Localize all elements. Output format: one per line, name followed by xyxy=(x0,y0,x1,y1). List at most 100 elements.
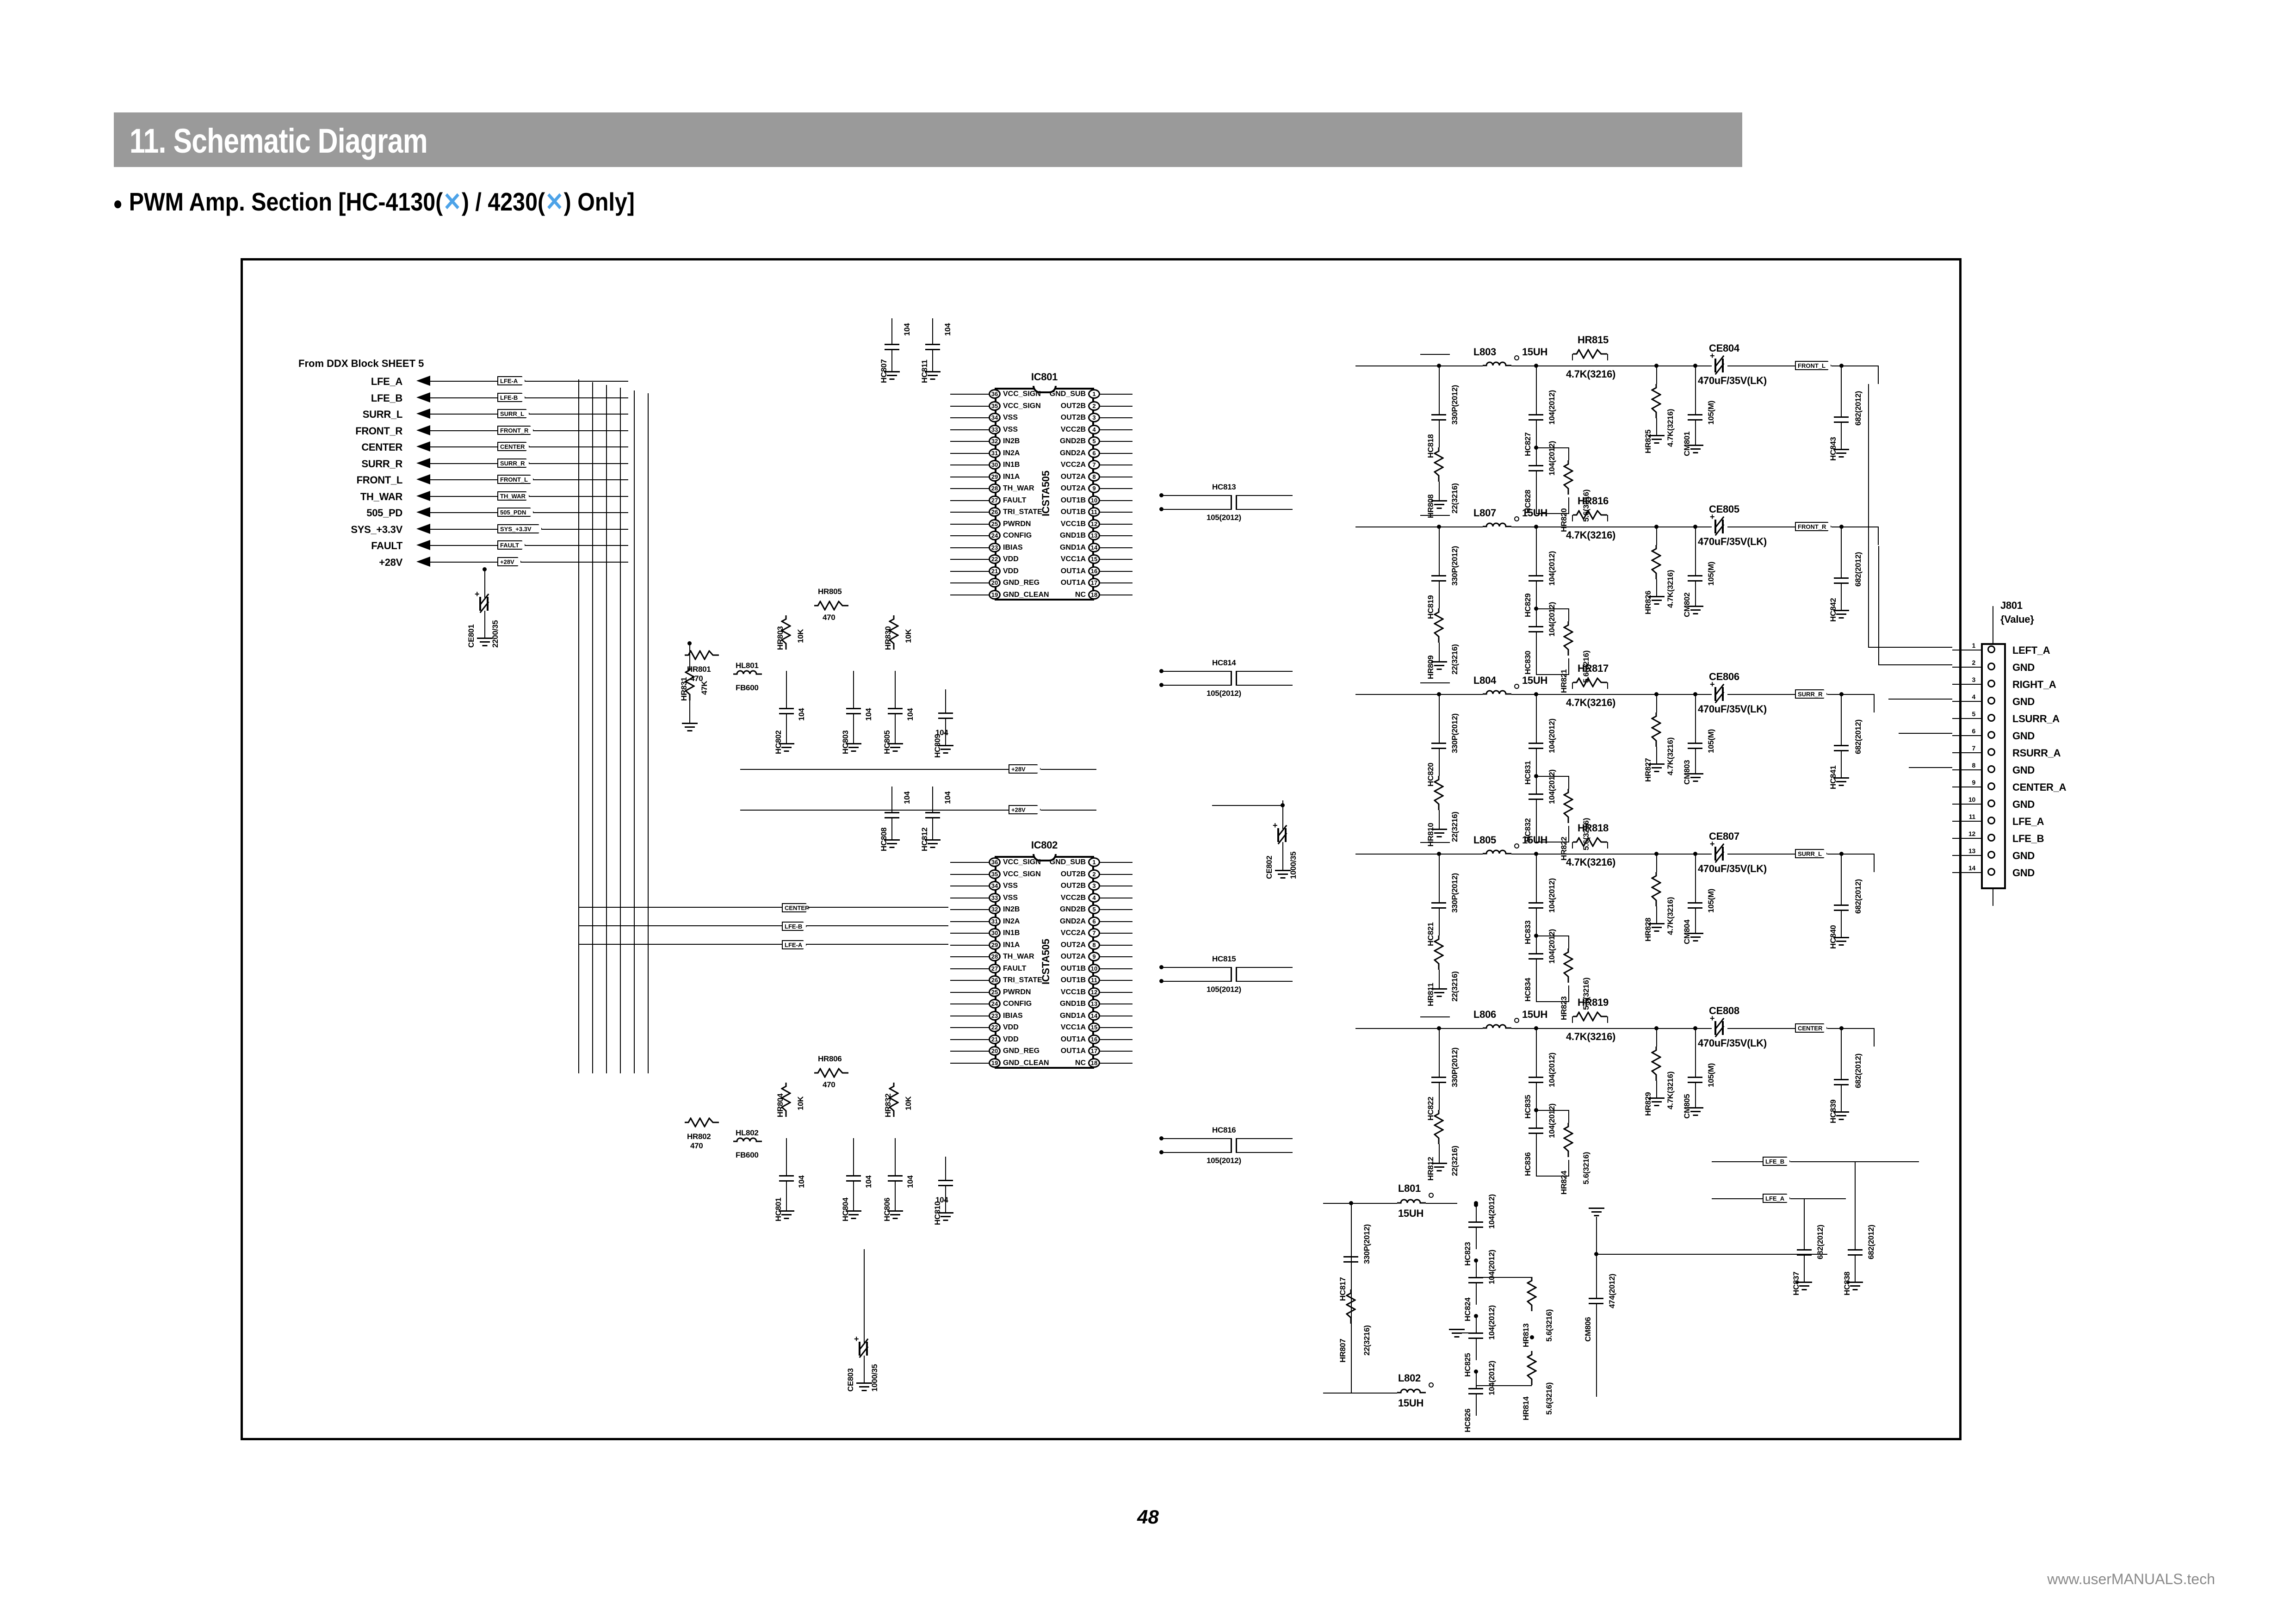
connector-hole-5[interactable] xyxy=(1987,714,1995,722)
pin-wire-l-IC802-26 xyxy=(950,980,989,981)
inductor-dot-l801 xyxy=(1429,1193,1434,1198)
ic-pin-ic801-34[interactable]: 34 xyxy=(989,413,1001,423)
capacitor-hc812 xyxy=(925,812,940,818)
val-l804: 15UH xyxy=(1522,675,1548,686)
arrow-icon-8 xyxy=(416,507,430,517)
ic-pin-ic801-23[interactable]: 23 xyxy=(989,542,1001,552)
ic-pin-ic801-6[interactable]: 6 xyxy=(1088,448,1100,458)
ref-hc815: HC815 xyxy=(1212,954,1236,963)
ic-pin-ic802-32[interactable]: 32 xyxy=(989,904,1001,915)
connector-hole-7[interactable] xyxy=(1987,748,1995,756)
ic-pin-ic802-35[interactable]: 35 xyxy=(989,869,1001,879)
ic-pin-ic802-25[interactable]: 25 xyxy=(989,987,1001,997)
ic-pin-ic801-1[interactable]: 1 xyxy=(1088,389,1100,399)
val-cm804: 105(M) xyxy=(1707,888,1715,913)
ic-pin-ic801-21[interactable]: 21 xyxy=(989,566,1001,576)
junction-HC814-b xyxy=(1159,683,1163,687)
connector-hole-9[interactable] xyxy=(1987,782,1995,790)
val-hr827: 4.7K(3216) xyxy=(1666,737,1675,775)
ic-pin-ic802-27[interactable]: 27 xyxy=(989,963,1001,973)
ic-pin-ic802-8[interactable]: 8 xyxy=(1088,940,1100,950)
ic-pin-ic802-2[interactable]: 2 xyxy=(1088,869,1100,879)
ic-pin-ic801-19[interactable]: 19 xyxy=(989,590,1001,600)
ic-pin-ic801-4[interactable]: 4 xyxy=(1088,424,1100,434)
ic-pin-ic801-10[interactable]: 10 xyxy=(1088,495,1100,505)
val-hc829: 104(2012) xyxy=(1547,551,1556,586)
ic-pin-ic801-3[interactable]: 3 xyxy=(1088,413,1100,423)
ic-pin-ic802-33[interactable]: 33 xyxy=(989,892,1001,903)
ic-pin-ic802-19[interactable]: 19 xyxy=(989,1058,1001,1068)
connector-hole-8[interactable] xyxy=(1987,765,1995,773)
ic-pin-ic801-2[interactable]: 2 xyxy=(1088,401,1100,411)
capacitor-hc815 xyxy=(1231,967,1237,982)
ic-pin-ic801-35[interactable]: 35 xyxy=(989,401,1001,411)
ic-pin-ic801-31[interactable]: 31 xyxy=(989,448,1001,458)
connector-hole-4[interactable] xyxy=(1987,697,1995,705)
ic-pin-ic801-5[interactable]: 5 xyxy=(1088,436,1100,446)
ic-pin-ic802-36[interactable]: 36 xyxy=(989,857,1001,867)
ic-pinname-ic801-config: CONFIG xyxy=(1003,532,1032,540)
val-hr828: 4.7K(3216) xyxy=(1666,897,1675,935)
connector-hole-1[interactable] xyxy=(1987,645,1995,653)
pin-wire-l-IC801-27 xyxy=(950,500,989,501)
hc-lead-d-HC815 xyxy=(1237,981,1293,982)
val-hr811: 22(3216) xyxy=(1450,971,1459,1002)
connector-hole-11[interactable] xyxy=(1987,817,1995,824)
ic-pin-ic802-29[interactable]: 29 xyxy=(989,940,1001,950)
ic-pin-ic802-5[interactable]: 5 xyxy=(1088,904,1100,915)
ic-pin-ic802-4[interactable]: 4 xyxy=(1088,892,1100,903)
val-hc820: 330P(2012) xyxy=(1450,713,1459,753)
ic-pin-ic801-27[interactable]: 27 xyxy=(989,495,1001,505)
ic-pin-ic802-21[interactable]: 21 xyxy=(989,1034,1001,1044)
pin-wire-r-IC802-7 xyxy=(1100,933,1133,934)
cap-lead-HC811 xyxy=(932,318,933,344)
val-hr817: 4.7K(3216) xyxy=(1566,697,1616,708)
val-hc826: 104(2012) xyxy=(1487,1361,1496,1395)
ic-pinname-ic801-r-vcc1b: VCC1B xyxy=(1060,520,1086,528)
ic-pin-ic802-1[interactable]: 1 xyxy=(1088,857,1100,867)
ic-pin-ic802-12[interactable]: 12 xyxy=(1088,987,1100,997)
connector-hole-2[interactable] xyxy=(1987,663,1995,670)
pin-wire-l-IC802-30 xyxy=(950,933,989,934)
cm806-lead2 xyxy=(1596,1304,1597,1397)
ic-pin-ic802-6[interactable]: 6 xyxy=(1088,916,1100,926)
ic-pin-ic802-23[interactable]: 23 xyxy=(989,1010,1001,1021)
ic-pin-ic801-32[interactable]: 32 xyxy=(989,436,1001,446)
ic-pin-ic801-8[interactable]: 8 xyxy=(1088,471,1100,482)
out-wire-tag-4 xyxy=(1727,1028,1795,1029)
ic-pin-ic802-31[interactable]: 31 xyxy=(989,916,1001,926)
ic-pin-ic801-25[interactable]: 25 xyxy=(989,519,1001,529)
input-wire-10 xyxy=(429,545,628,546)
val-hr815: 4.7K(3216) xyxy=(1566,368,1616,380)
ic-pin-ic802-14[interactable]: 14 xyxy=(1088,1010,1100,1021)
resistor-hr819 xyxy=(1573,1011,1607,1022)
ic-pin-ic802-10[interactable]: 10 xyxy=(1088,963,1100,973)
connector-hole-6[interactable] xyxy=(1987,731,1995,739)
ic-pin-ic801-29[interactable]: 29 xyxy=(989,471,1001,482)
ic-pin-ic801-33[interactable]: 33 xyxy=(989,424,1001,434)
ic-pin-ic802-18[interactable]: 18 xyxy=(1088,1058,1100,1068)
ic-pin-ic801-18[interactable]: 18 xyxy=(1088,590,1100,600)
ic-pin-ic801-14[interactable]: 14 xyxy=(1088,542,1100,552)
r3-lead2-0 xyxy=(1656,418,1657,435)
input-wire-11 xyxy=(429,562,628,563)
bullet-icon: ● xyxy=(113,193,123,214)
ic-pin-ic801-16[interactable]: 16 xyxy=(1088,566,1100,576)
cm-lead2-0 xyxy=(1695,421,1696,445)
connector-hole-10[interactable] xyxy=(1987,799,1995,807)
node-lead3-3 xyxy=(1536,935,1537,953)
connector-hole-12[interactable] xyxy=(1987,834,1995,842)
ic-pin-ic802-16[interactable]: 16 xyxy=(1088,1034,1100,1044)
connector-hole-3[interactable] xyxy=(1987,680,1995,688)
pin-wire-l-IC801-21 xyxy=(950,570,989,572)
ref-hr817: HR817 xyxy=(1578,663,1609,674)
ic-pin-ic801-36[interactable]: 36 xyxy=(989,389,1001,399)
lfe-tagwire-a xyxy=(1712,1198,1763,1199)
connector-hole-13[interactable] xyxy=(1987,851,1995,859)
ic-pin-ic802-3[interactable]: 3 xyxy=(1088,881,1100,891)
ic-pin-ic802-34[interactable]: 34 xyxy=(989,881,1001,891)
connector-hole-14[interactable] xyxy=(1987,868,1995,876)
ic-ref-ic801: IC801 xyxy=(1031,371,1058,383)
ic-pin-ic801-12[interactable]: 12 xyxy=(1088,519,1100,529)
hr831-lead xyxy=(689,643,690,667)
